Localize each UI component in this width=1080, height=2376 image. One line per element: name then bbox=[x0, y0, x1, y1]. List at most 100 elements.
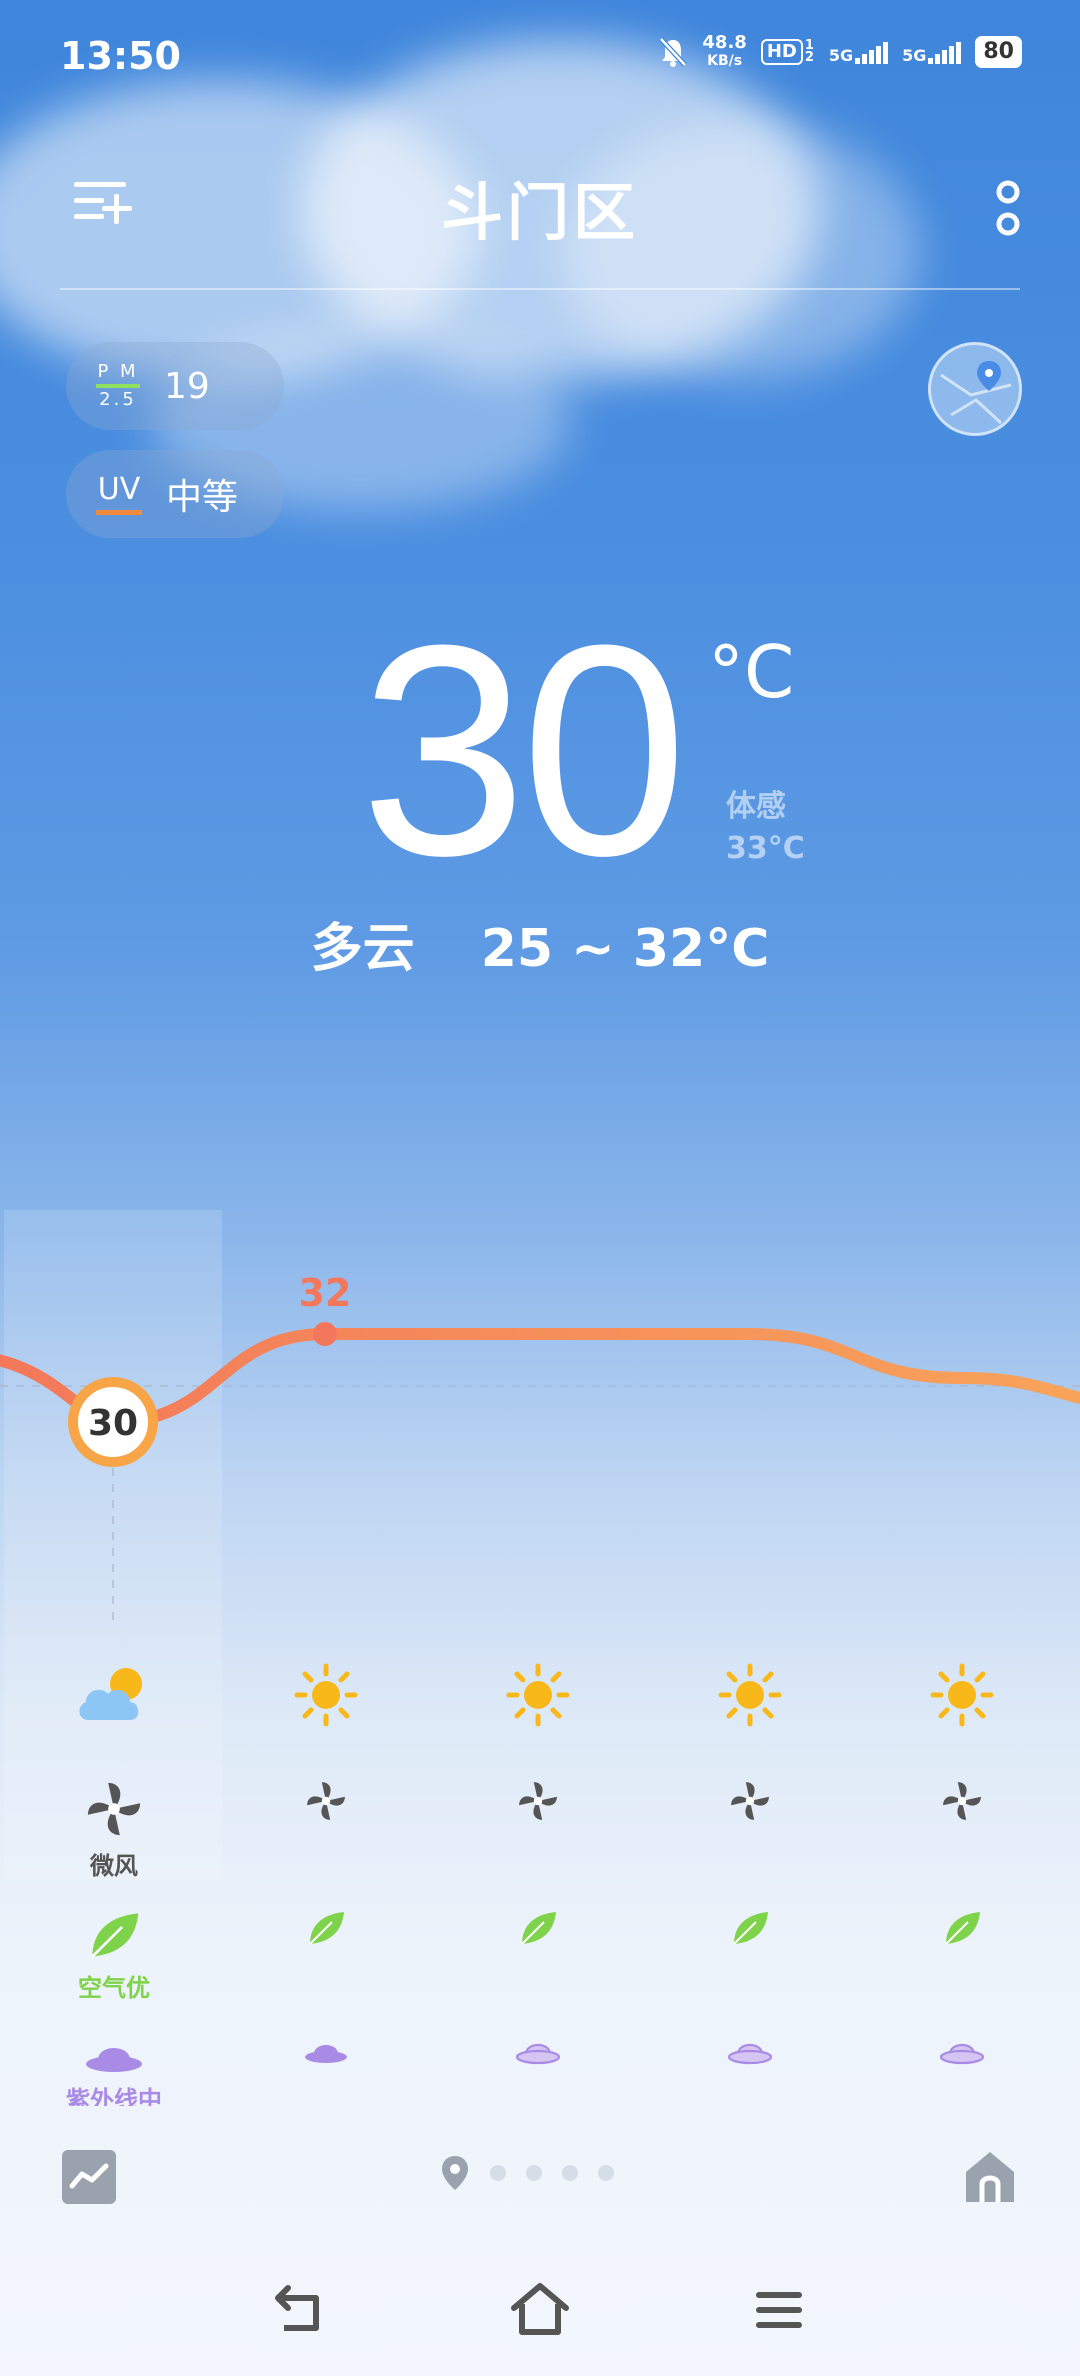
system-nav-bar bbox=[0, 2270, 1080, 2350]
header: 斗门区 bbox=[0, 150, 1080, 280]
status-time: 13:50 bbox=[60, 34, 181, 78]
temp-point-peak bbox=[313, 1322, 337, 1346]
air-label: 空气优 bbox=[78, 1974, 150, 2002]
uv-badge[interactable]: UV 中等 bbox=[66, 450, 284, 538]
location-pin-icon bbox=[442, 2156, 468, 2190]
partly-cloudy-icon bbox=[79, 1668, 142, 1720]
hat-outline-icon bbox=[939, 2043, 985, 2065]
temperature-unit: °C bbox=[708, 630, 795, 714]
signal-sim2: 5G bbox=[902, 40, 962, 65]
page-indicator bbox=[440, 2154, 614, 2192]
hour-wind-1 bbox=[220, 1780, 432, 1826]
hour-air-4 bbox=[856, 1910, 1068, 1950]
hd-sub: 1 2 bbox=[804, 38, 814, 65]
hd-label: HD bbox=[760, 39, 803, 65]
sun-icon bbox=[930, 1663, 994, 1727]
uv-hour-label: 紫外线中 bbox=[66, 2086, 162, 2106]
trend-chart-button[interactable] bbox=[62, 2150, 116, 2204]
pm25-value: 19 bbox=[164, 365, 210, 407]
page-dot[interactable] bbox=[562, 2165, 578, 2181]
signal-bars-icon bbox=[855, 40, 889, 64]
sim2-label: 5G bbox=[902, 46, 927, 65]
hour-uv-3 bbox=[644, 2036, 856, 2070]
hd-badge: HD 1 2 bbox=[760, 38, 815, 65]
home-icon[interactable] bbox=[962, 2148, 1018, 2204]
pm-top: P M bbox=[97, 361, 139, 382]
map-button[interactable] bbox=[928, 342, 1022, 436]
hourly-air-row: 空气优 bbox=[0, 1910, 1080, 2010]
hat-icon bbox=[86, 2048, 142, 2072]
condition-text: 多云 bbox=[310, 919, 415, 979]
temp-range: 25 ~ 32°C bbox=[480, 919, 770, 979]
hourly-uv-row: 紫外线中 bbox=[0, 2036, 1080, 2106]
wind-label: 微风 bbox=[90, 1852, 138, 1880]
hour-wind-4 bbox=[856, 1780, 1068, 1826]
net-speed-value: 48.8 bbox=[702, 32, 747, 53]
temp-label-peak: 32 bbox=[299, 1271, 352, 1315]
home-outline-icon[interactable] bbox=[510, 2280, 570, 2340]
temp-label-current: 30 bbox=[88, 1403, 138, 1444]
feels-label: 体感 bbox=[726, 789, 786, 824]
hourly-weather-row bbox=[0, 1660, 1080, 1760]
temperature-line bbox=[0, 1328, 1080, 1429]
wind-fan-icon bbox=[519, 1782, 557, 1820]
wind-fan-icon bbox=[731, 1782, 769, 1820]
uv-value: 中等 bbox=[166, 477, 239, 518]
leaf-icon bbox=[521, 1912, 556, 1945]
wind-fan-icon bbox=[307, 1782, 345, 1820]
page-dot[interactable] bbox=[598, 2165, 614, 2181]
leaf-icon bbox=[91, 1913, 139, 1958]
hour-uv-1 bbox=[220, 2036, 432, 2070]
uv-label-block: UV bbox=[96, 471, 142, 515]
net-speed-unit: KB/s bbox=[707, 53, 743, 69]
pm25-label: P M 2.5 bbox=[96, 362, 140, 410]
uv-label: UV bbox=[97, 471, 141, 507]
leaf-icon bbox=[945, 1912, 980, 1945]
hour-weather-2 bbox=[432, 1660, 644, 1734]
hour-air-3 bbox=[644, 1910, 856, 1950]
back-icon[interactable] bbox=[270, 2280, 330, 2340]
hour-air-2 bbox=[432, 1910, 644, 1950]
hour-weather-1 bbox=[220, 1660, 432, 1734]
page-dot[interactable] bbox=[526, 2165, 542, 2181]
mute-bell-icon bbox=[659, 37, 688, 67]
signal-bars-icon bbox=[928, 40, 962, 64]
hour-wind-3 bbox=[644, 1780, 856, 1826]
pm25-badge[interactable]: P M 2.5 19 bbox=[66, 342, 284, 430]
hour-weather-4 bbox=[856, 1660, 1068, 1734]
feels-like: 体感 33°C bbox=[726, 786, 805, 870]
hourly-wind-row: 微风 bbox=[0, 1780, 1080, 1890]
page-title[interactable]: 斗门区 bbox=[0, 162, 1080, 252]
menu-lines-icon[interactable] bbox=[750, 2280, 810, 2340]
hour-weather-3 bbox=[644, 1660, 856, 1734]
page-dot[interactable] bbox=[490, 2165, 506, 2181]
status-icons: 48.8 KB/s HD 1 2 5G 5G 80 bbox=[658, 34, 1022, 70]
hour-air-0: 空气优 bbox=[8, 1910, 220, 2003]
hour-weather-0 bbox=[8, 1660, 220, 1734]
signal-sim1: 5G bbox=[828, 40, 889, 65]
wind-fan-icon bbox=[87, 1782, 141, 1836]
bottom-toolbar bbox=[0, 2140, 1080, 2220]
leaf-icon bbox=[733, 1912, 768, 1945]
hat-outline-icon bbox=[515, 2043, 561, 2065]
hour-air-1 bbox=[220, 1910, 432, 1950]
battery-indicator: 80 bbox=[975, 36, 1022, 68]
sim1-label: 5G bbox=[828, 46, 854, 65]
hour-uv-0: 紫外线中 bbox=[8, 2036, 220, 2106]
more-vertical-icon[interactable] bbox=[988, 174, 1028, 244]
sun-icon bbox=[506, 1663, 570, 1727]
condition-line: 多云 25 ~ 32°C bbox=[0, 906, 1080, 981]
net-speed: 48.8 KB/s bbox=[702, 34, 746, 70]
hourly-temperature-chart: 32 30 bbox=[0, 1271, 1080, 1620]
current-temperature: 30 bbox=[360, 582, 688, 918]
status-bar: 13:50 48.8 KB/s HD 1 2 5G 5G 80 bbox=[0, 0, 1080, 110]
map-pin-icon bbox=[940, 361, 1012, 425]
sun-icon bbox=[294, 1663, 358, 1727]
sun-icon bbox=[718, 1663, 782, 1727]
hour-wind-2 bbox=[432, 1780, 644, 1826]
pm-bar bbox=[96, 384, 140, 388]
pm-bottom: 2.5 bbox=[99, 389, 137, 410]
trend-chart-icon bbox=[69, 2163, 109, 2189]
hat-icon bbox=[305, 2045, 347, 2063]
hat-outline-icon bbox=[727, 2043, 773, 2065]
